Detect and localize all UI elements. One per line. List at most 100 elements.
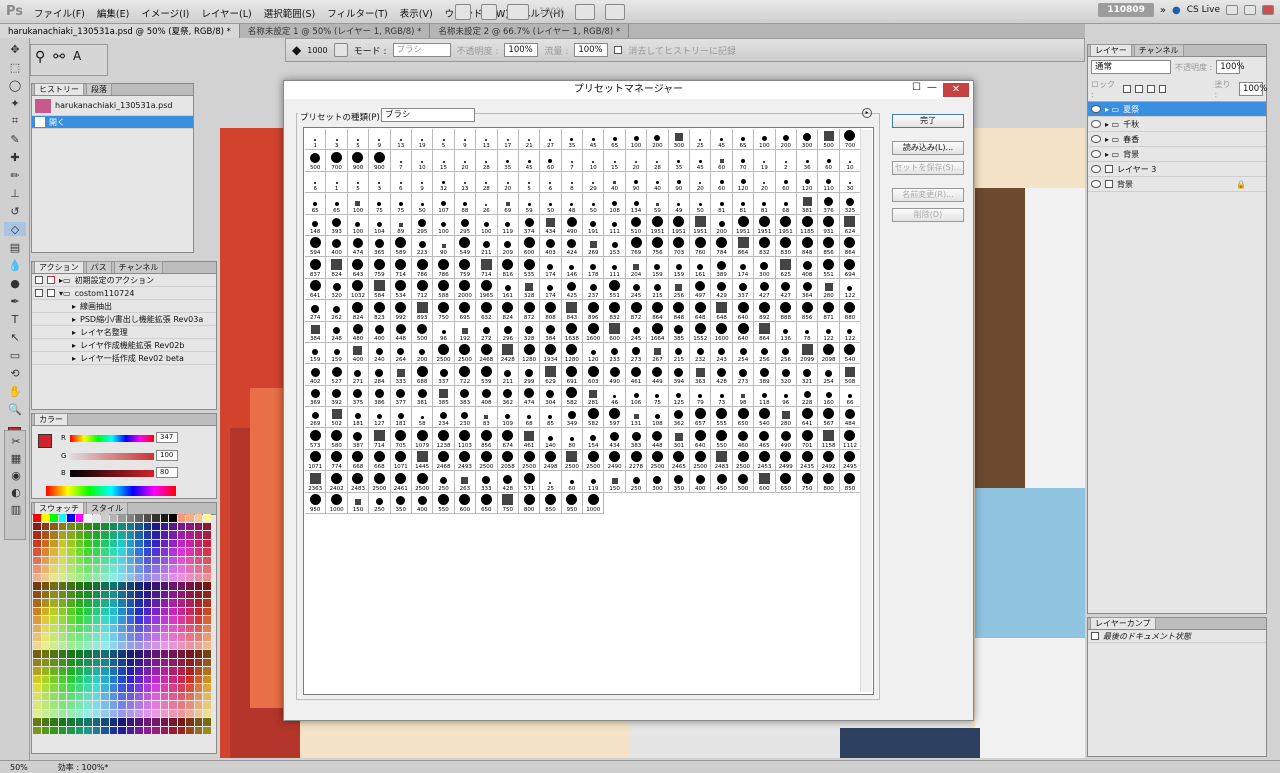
brush-preset-cell[interactable]: 328 <box>518 321 541 343</box>
swatch-cell[interactable] <box>143 684 151 692</box>
brush-preset-cell[interactable]: 50 <box>540 193 562 215</box>
swatch-cell[interactable] <box>152 667 160 675</box>
brush-preset-cell[interactable]: 301 <box>668 428 691 450</box>
swatch-cell[interactable] <box>75 641 83 649</box>
brush-preset-cell[interactable]: 181 <box>390 407 412 429</box>
swatch-cell[interactable] <box>67 675 75 683</box>
swatch-cell[interactable] <box>75 709 83 717</box>
brush-preset-grid[interactable]: 1 3 5 9 13 19 5 9 13 17 21 27 35 45 65 100 200 300 25 45 65 1… <box>303 127 874 695</box>
swatch-cell[interactable] <box>50 607 58 615</box>
brush-preset-cell[interactable]: 461 <box>625 364 648 386</box>
brush-preset-cell[interactable]: 25 <box>540 471 562 493</box>
brush-preset-cell[interactable]: 256 <box>754 342 776 365</box>
swatch-cell[interactable] <box>101 607 109 615</box>
swatch-cell[interactable] <box>126 709 134 717</box>
swatch-cell[interactable] <box>58 633 66 641</box>
swatch-cell[interactable] <box>33 667 41 675</box>
brush-preset-cell[interactable]: 888 <box>775 300 797 322</box>
brush-preset-cell[interactable]: 2495 <box>839 449 862 472</box>
brush-preset-cell[interactable]: 300 <box>647 471 669 493</box>
swatch-cell[interactable] <box>135 650 143 658</box>
swatch-cell[interactable] <box>92 633 100 641</box>
brush-preset-cell[interactable]: 701 <box>796 428 819 450</box>
tab-styles[interactable]: スタイル <box>86 502 128 514</box>
brush-preset-cell[interactable]: 256 <box>775 342 797 365</box>
swatch-cell[interactable] <box>58 650 66 658</box>
swatch-cell[interactable] <box>118 548 126 556</box>
brush-preset-cell[interactable]: 539 <box>476 364 498 386</box>
swatch-cell[interactable] <box>101 531 109 539</box>
swatch-cell[interactable] <box>75 684 83 692</box>
brush-preset-cell[interactable]: 209 <box>497 235 519 258</box>
swatch-cell[interactable] <box>194 624 202 632</box>
swatch-cell[interactable] <box>186 641 194 649</box>
brush-preset-cell[interactable]: 625 <box>775 257 797 279</box>
dock-clone-icon[interactable]: ◉ <box>5 468 27 482</box>
brush-preset-cell[interactable]: 232 <box>690 342 712 365</box>
brush-preset-cell[interactable]: 159 <box>668 257 691 279</box>
swatch-cell[interactable] <box>152 531 160 539</box>
swatch-cell[interactable] <box>75 675 83 683</box>
swatch-cell[interactable] <box>41 599 49 607</box>
swatch-cell[interactable] <box>203 726 211 734</box>
brush-preset-cell[interactable]: 5 <box>518 171 541 194</box>
brush-preset-cell[interactable]: 714 <box>476 257 498 279</box>
swatch-cell[interactable] <box>160 624 168 632</box>
brush-preset-cell[interactable]: 125 <box>668 385 691 408</box>
brush-preset-cell[interactable]: 837 <box>305 257 327 279</box>
swatch-cell[interactable] <box>101 675 109 683</box>
brush-preset-cell[interactable]: 2500 <box>647 449 669 472</box>
brush-preset-cell[interactable]: 320 <box>326 278 348 301</box>
brush-preset-cell[interactable]: 1951 <box>647 214 669 236</box>
brush-preset-cell[interactable]: 2468 <box>476 342 498 365</box>
swatch-cell[interactable] <box>160 573 168 581</box>
swatch-cell[interactable] <box>58 531 66 539</box>
swatch-cell[interactable] <box>58 641 66 649</box>
brush-preset-cell[interactable]: 81 <box>754 193 776 215</box>
swatch-cell[interactable] <box>109 692 117 700</box>
brush-preset-cell[interactable]: 363 <box>690 364 712 386</box>
brush-preset-cell[interactable]: 474 <box>347 235 370 258</box>
brush-preset-cell[interactable]: 45 <box>711 129 733 151</box>
swatch-cell[interactable] <box>101 556 109 564</box>
swatch-cell[interactable] <box>41 539 49 547</box>
brush-preset-cell[interactable]: 786 <box>411 257 434 279</box>
brush-preset-cell[interactable]: 269 <box>305 407 327 429</box>
swatch-cell[interactable] <box>50 650 58 658</box>
brush-preset-cell[interactable]: 254 <box>732 342 755 365</box>
swatch-cell[interactable] <box>58 556 66 564</box>
swatch-cell[interactable] <box>101 726 109 734</box>
brush-preset-cell[interactable]: 104 <box>369 214 391 236</box>
brush-preset-cell[interactable]: 641 <box>305 278 327 301</box>
brush-preset-cell[interactable]: 295 <box>411 214 434 236</box>
brush-preset-cell[interactable]: 109 <box>497 407 519 429</box>
swatch-cell[interactable] <box>118 726 126 734</box>
swatch-cell[interactable] <box>101 633 109 641</box>
swatch-cell[interactable] <box>33 556 41 564</box>
brush-preset-cell[interactable]: 50 <box>411 193 434 215</box>
brush-preset-cell[interactable]: 333 <box>476 471 498 493</box>
brush-preset-cell[interactable]: 107 <box>433 193 455 215</box>
minibridge-icon[interactable] <box>481 4 497 20</box>
swatch-cell[interactable] <box>177 607 185 615</box>
brush-preset-cell[interactable]: 540 <box>839 342 862 365</box>
swatch-cell[interactable] <box>152 539 160 547</box>
brush-preset-cell[interactable]: 434 <box>604 428 626 450</box>
swatch-cell[interactable] <box>41 565 49 573</box>
close-icon[interactable] <box>1262 5 1274 15</box>
brush-preset-cell[interactable]: 385 <box>433 385 455 408</box>
brush-preset-cell[interactable]: 597 <box>604 407 626 429</box>
swatch-cell[interactable] <box>101 539 109 547</box>
brush-preset-cell[interactable]: 5 <box>433 129 455 151</box>
swatch-cell[interactable] <box>67 650 75 658</box>
swatch-cell[interactable] <box>143 726 151 734</box>
swatch-cell[interactable] <box>194 514 202 522</box>
brush-preset-cell[interactable]: 1280 <box>518 342 541 365</box>
swatch-cell[interactable] <box>177 726 185 734</box>
brush-preset-cell[interactable]: 8 <box>561 171 584 194</box>
swatch-cell[interactable] <box>92 658 100 666</box>
brush-preset-cell[interactable]: 650 <box>775 471 797 493</box>
brush-preset-cell[interactable]: 434 <box>540 214 562 236</box>
brush-preset-cell[interactable]: 756 <box>647 235 669 258</box>
swatch-cell[interactable] <box>135 633 143 641</box>
